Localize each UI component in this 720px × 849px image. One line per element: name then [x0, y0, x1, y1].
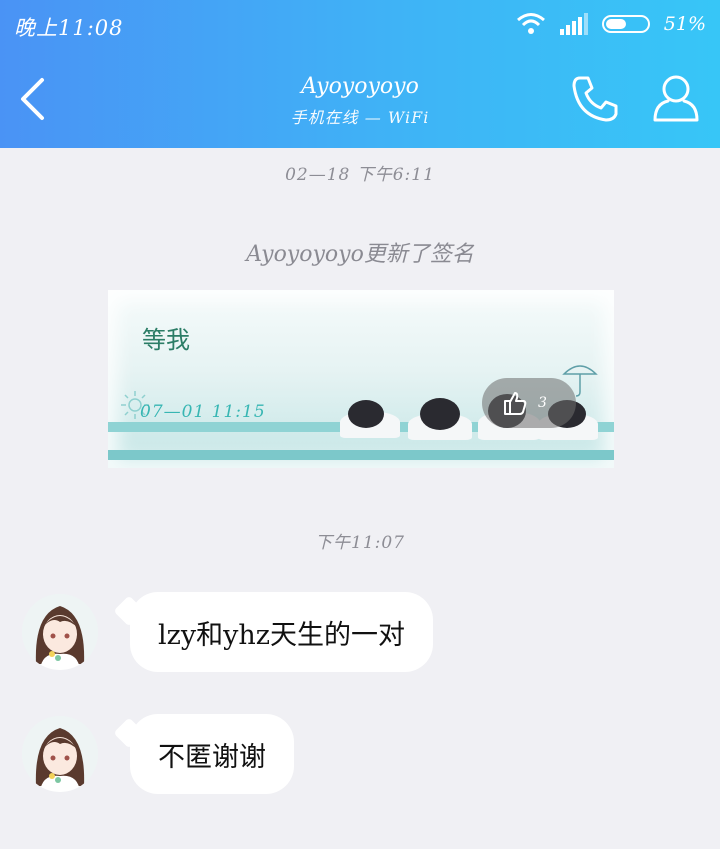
signature-update-notice: Ayoyoyoyo更新了签名: [246, 242, 474, 267]
anime-girl-avatar-icon: [22, 716, 98, 792]
like-count: 3: [538, 395, 547, 411]
signal-icon: [559, 13, 588, 35]
timestamp: 02—18 下午6:11: [285, 165, 435, 185]
battery-percent: 51%: [663, 13, 706, 35]
battery-level: [605, 19, 627, 29]
signature-text: 等我: [142, 326, 190, 354]
contact-avatar[interactable]: [22, 594, 98, 670]
timestamp: 下午11:07: [315, 533, 405, 553]
message-text: lzy和yhz天生的一对: [158, 619, 405, 651]
wifi-icon: [516, 13, 545, 34]
signature-card[interactable]: 等我 07—01 11:15 3: [108, 290, 614, 468]
chat-header: 晚上11:08 51% Ayoyoyoyo 手机在线 — WiFi: [0, 0, 720, 148]
contact-avatar[interactable]: [22, 716, 98, 792]
thumbs-up-icon: [504, 392, 527, 415]
status-icons: 51%: [516, 10, 706, 38]
battery-icon: [601, 15, 650, 33]
message-text: 不匿谢谢: [158, 741, 266, 773]
phone-call-button[interactable]: [568, 72, 622, 126]
profile-button[interactable]: [650, 72, 702, 124]
like-button[interactable]: 3: [482, 378, 576, 428]
anime-girl-avatar-icon: [22, 594, 98, 670]
signature-date: 07—01 11:15: [140, 402, 266, 422]
message-bubble[interactable]: lzy和yhz天生的一对: [130, 592, 433, 672]
floor-bar: [108, 450, 614, 460]
message-bubble[interactable]: 不匿谢谢: [130, 714, 294, 794]
status-time: 晚上11:08: [14, 16, 124, 40]
